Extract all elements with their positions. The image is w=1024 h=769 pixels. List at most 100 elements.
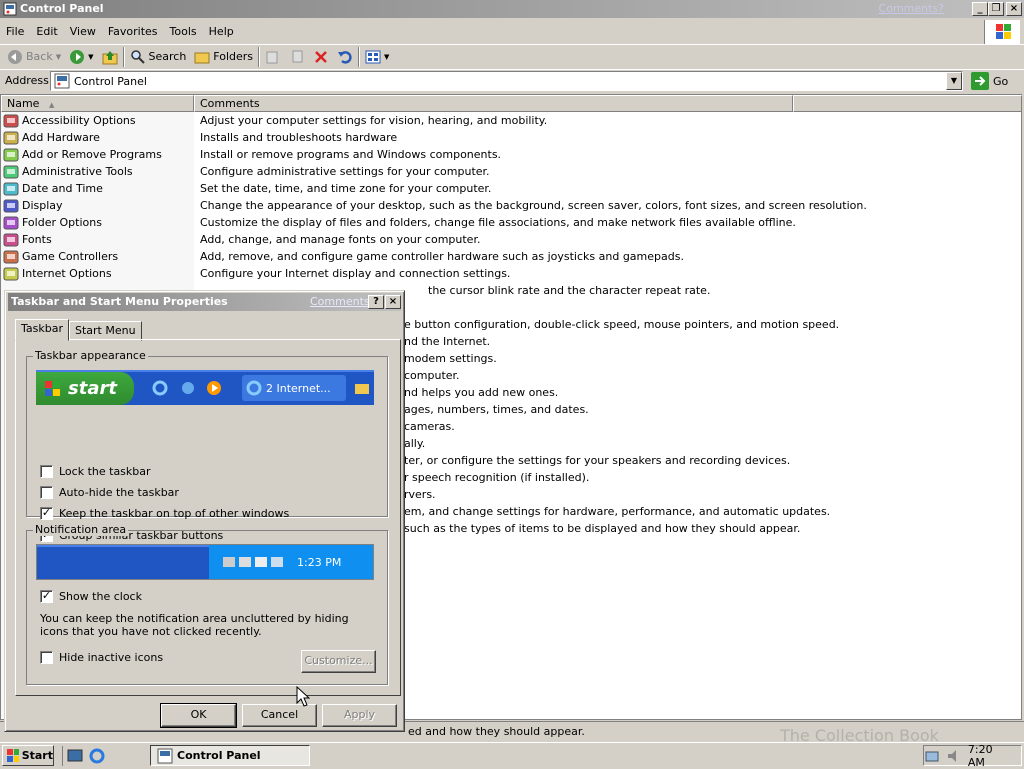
apply-button[interactable]: Apply: [322, 704, 397, 727]
close-button[interactable]: ×: [1006, 2, 1022, 16]
address-input[interactable]: Control Panel: [50, 71, 963, 91]
option-checkbox[interactable]: [40, 464, 53, 478]
tab-taskbar[interactable]: Taskbar: [15, 319, 69, 341]
show-clock-checkbox[interactable]: ✓: [40, 589, 53, 603]
folder-icon: [355, 384, 369, 394]
menu-tools[interactable]: Tools: [164, 22, 203, 42]
show-clock-option[interactable]: ✓ Show the clock: [40, 587, 142, 605]
menu-file[interactable]: File: [0, 22, 30, 42]
start-button[interactable]: Start: [2, 745, 54, 766]
list-item-name-cell: Accessibility Options: [3, 113, 195, 129]
move-to-button[interactable]: [262, 46, 284, 68]
list-item[interactable]: Fonts Add, change, and manage fonts on y…: [3, 231, 480, 248]
list-item-comment: Installs and troubleshoots hardware: [200, 131, 398, 144]
views-dropdown-icon[interactable]: ▼: [384, 53, 389, 61]
list-item-name-cell: Add or Remove Programs: [3, 147, 195, 163]
tray-volume-icon[interactable]: [946, 748, 962, 764]
back-dropdown-icon[interactable]: ▼: [56, 53, 61, 61]
dialog-help-button[interactable]: ?: [368, 295, 384, 309]
taskbar-appearance-label: Taskbar appearance: [33, 349, 148, 362]
list-item-name-cell: Folder Options: [3, 215, 195, 231]
toolbar-separator: [258, 46, 261, 67]
list-item-comment: Change the appearance of your desktop, s…: [200, 199, 867, 212]
show-desktop-icon[interactable]: [67, 748, 83, 764]
up-folder-button[interactable]: [99, 46, 121, 68]
undo-button[interactable]: [334, 46, 356, 68]
column-header-comments[interactable]: Comments: [194, 95, 793, 112]
address-dropdown-icon[interactable]: ▼: [946, 72, 962, 90]
list-item-comment: such as the types of items to be display…: [404, 522, 801, 535]
minimize-button[interactable]: _: [972, 2, 988, 16]
dialog-comments-link[interactable]: Comments?: [310, 293, 375, 311]
search-label: Search: [148, 50, 187, 63]
hide-inactive-label: Hide inactive icons: [59, 650, 164, 664]
appearance-option[interactable]: ✓ Keep the taskbar on top of other windo…: [40, 504, 289, 522]
views-button[interactable]: ▼: [362, 46, 392, 68]
go-button[interactable]: Go: [968, 70, 1020, 92]
tray-network-icon[interactable]: [924, 748, 940, 764]
game-controllers-icon: [3, 250, 19, 263]
list-item-comment: nd helps you add new ones.: [404, 386, 559, 399]
option-checkbox[interactable]: [40, 485, 53, 499]
list-item[interactable]: Internet Options Configure your Internet…: [3, 265, 510, 282]
list-item[interactable]: Game Controllers Add, remove, and config…: [3, 248, 684, 265]
menu-edit[interactable]: Edit: [30, 22, 63, 42]
menu-favorites[interactable]: Favorites: [102, 22, 164, 42]
list-item-comment: the cursor blink rate and the character …: [428, 284, 711, 297]
list-item[interactable]: Display Change the appearance of your de…: [3, 197, 867, 214]
list-item-name: Add or Remove Programs: [22, 148, 162, 161]
list-item[interactable]: Administrative Tools Configure administr…: [3, 163, 490, 180]
list-item-comment: Customize the display of files and folde…: [200, 216, 796, 229]
copy-to-button[interactable]: [286, 46, 308, 68]
list-item[interactable]: Date and Time Set the date, time, and ti…: [3, 180, 491, 197]
window-titlebar[interactable]: Control Panel: [0, 0, 1024, 18]
administrative-tools-icon: [3, 165, 19, 178]
comments-link[interactable]: Comments?: [879, 0, 944, 18]
folders-label: Folders: [213, 50, 254, 63]
forward-button[interactable]: ▼: [66, 46, 96, 68]
views-icon: [365, 50, 381, 63]
restore-button[interactable]: ❐: [988, 2, 1004, 16]
customize-button[interactable]: Customize...: [301, 650, 376, 673]
watermark-text: The Collection Book: [780, 726, 939, 745]
back-label: Back: [26, 50, 53, 63]
tab-start-menu[interactable]: Start Menu: [69, 321, 142, 341]
control-panel-icon: [54, 73, 70, 89]
option-checkbox[interactable]: ✓: [40, 506, 53, 520]
internet-explorer-icon: [152, 380, 168, 396]
dialog-close-button[interactable]: ×: [385, 295, 401, 309]
delete-button[interactable]: [310, 46, 332, 68]
task-control-panel[interactable]: Control Panel: [150, 745, 310, 766]
back-button[interactable]: Back ▼: [4, 46, 64, 68]
windows-flag-icon: [45, 380, 60, 396]
list-item-comment: Install or remove programs and Windows c…: [200, 148, 502, 161]
hide-inactive-checkbox[interactable]: [40, 650, 53, 664]
internet-explorer-icon[interactable]: [89, 748, 105, 764]
menu-view[interactable]: View: [64, 22, 102, 42]
hide-inactive-option[interactable]: Hide inactive icons: [40, 648, 163, 666]
add-hardware-icon: [3, 131, 19, 144]
column-header-name[interactable]: Name ▲: [1, 95, 194, 112]
column-header-name-label: Name: [7, 97, 40, 110]
list-item-comment: Set the date, time, and time zone for yo…: [200, 182, 492, 195]
toolbar-separator: [358, 46, 361, 67]
list-item[interactable]: Add Hardware Installs and troubleshoots …: [3, 129, 397, 146]
appearance-option[interactable]: Lock the taskbar: [40, 462, 289, 480]
list-item[interactable]: Accessibility Options Adjust your comput…: [3, 112, 547, 129]
forward-dropdown-icon[interactable]: ▼: [88, 53, 93, 61]
search-button[interactable]: Search: [127, 46, 190, 68]
notification-help-text: You can keep the notification area unclu…: [40, 612, 349, 638]
task-label: Control Panel: [177, 749, 261, 762]
list-item[interactable]: Folder Options Customize the display of …: [3, 214, 796, 231]
list-item-comment: cameras.: [404, 420, 455, 433]
appearance-option[interactable]: Auto-hide the taskbar: [40, 483, 289, 501]
taskbar-preview-image: start 2 Internet...: [36, 370, 374, 405]
ok-button[interactable]: OK: [160, 703, 237, 728]
address-value: Control Panel: [74, 74, 147, 88]
folders-button[interactable]: Folders: [191, 46, 256, 68]
menu-help[interactable]: Help: [203, 22, 240, 42]
notification-area-label: Notification area: [33, 523, 129, 536]
list-item[interactable]: Add or Remove Programs Install or remove…: [3, 146, 501, 163]
preview-task-button: 2 Internet...: [242, 375, 346, 401]
clock[interactable]: 7:20 AM: [968, 743, 1013, 769]
